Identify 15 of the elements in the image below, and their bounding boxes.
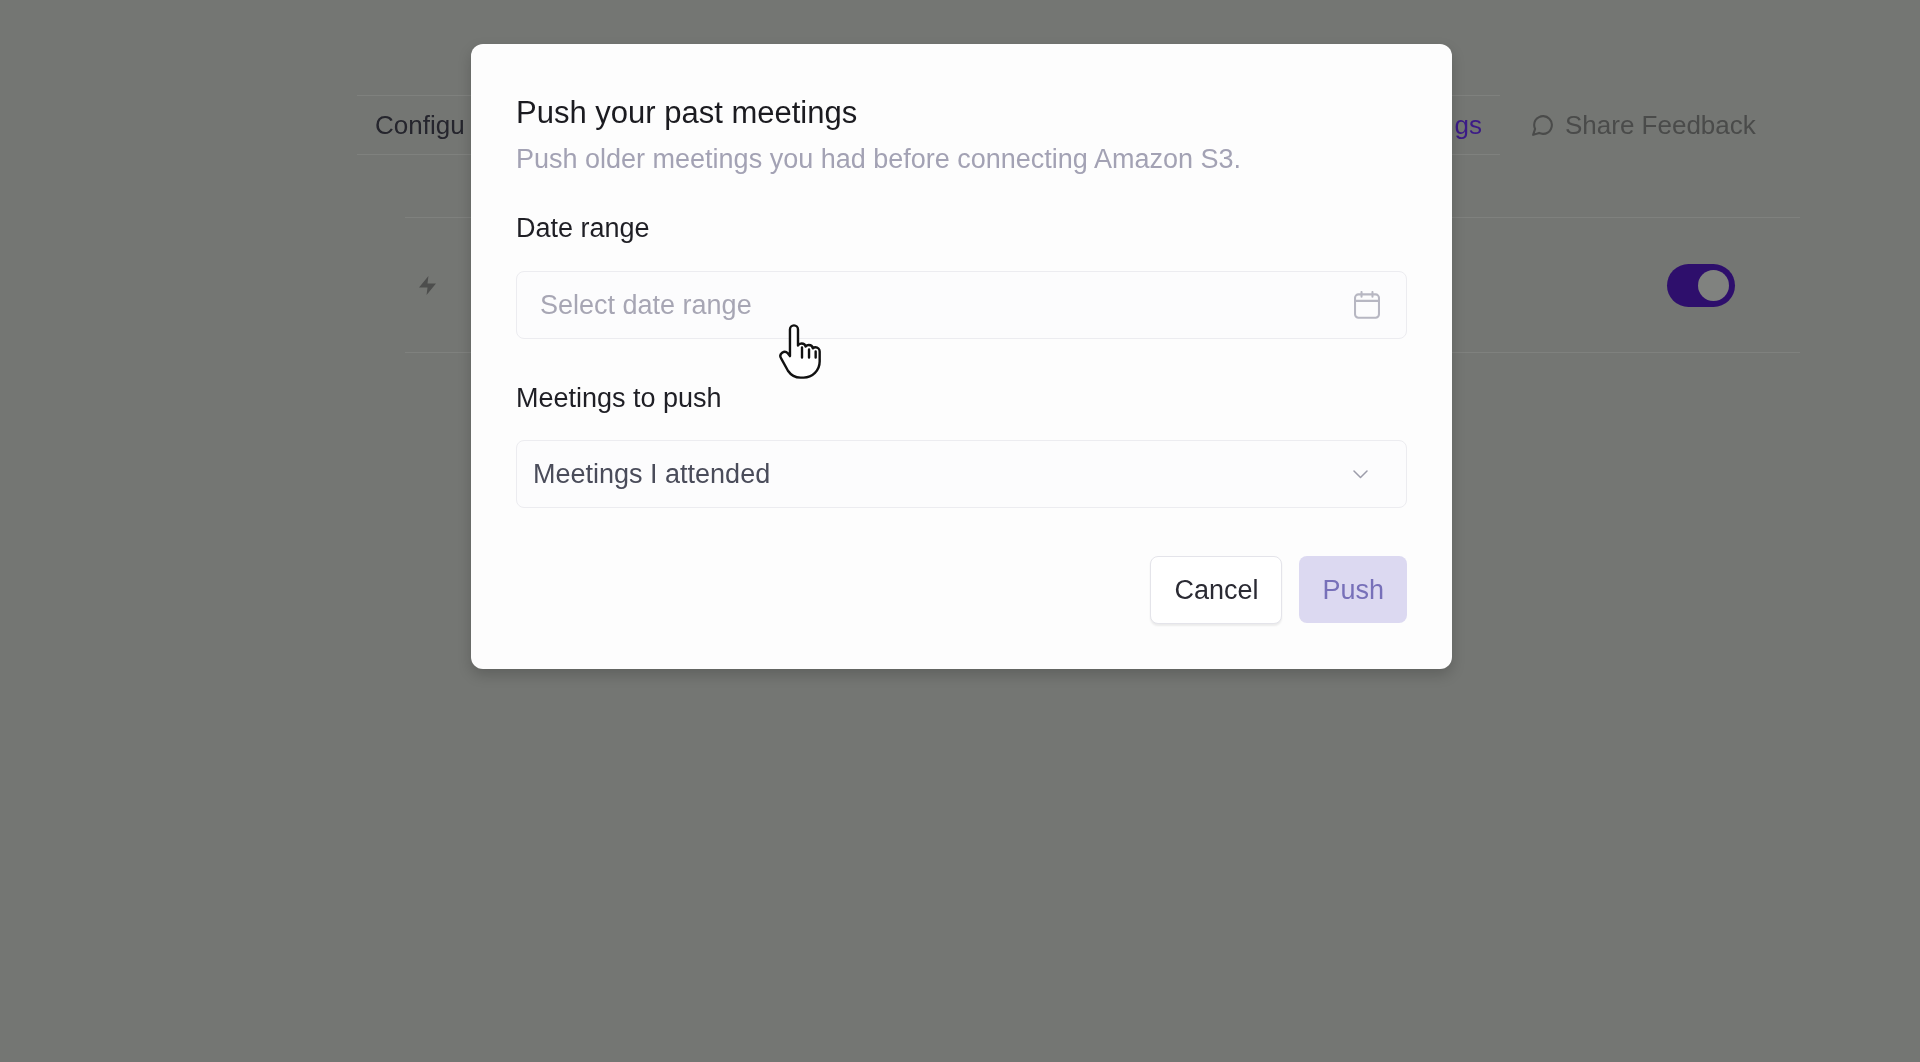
calendar-icon xyxy=(1354,291,1380,319)
meetings-select[interactable]: Meetings I attended xyxy=(516,440,1407,508)
date-range-field[interactable]: Select date range xyxy=(516,271,1407,339)
hand-cursor-icon xyxy=(779,324,822,379)
toggle-switch[interactable] xyxy=(1667,263,1735,307)
cancel-button[interactable]: Cancel xyxy=(1150,556,1283,624)
tab[interactable]: gs xyxy=(1454,109,1482,141)
dialog-subtitle: Push older meetings you had before connecting Amazon S3. xyxy=(516,143,1242,176)
tab[interactable]: Configu xyxy=(375,109,465,141)
lightning-icon xyxy=(419,275,436,295)
chevron-down-icon xyxy=(1353,469,1368,479)
field-label: Date range xyxy=(516,212,651,245)
dialog-title: Push your past meetings xyxy=(516,94,859,132)
field-label: Meetings to push xyxy=(516,382,723,415)
chat-bubble-icon xyxy=(1530,112,1555,138)
